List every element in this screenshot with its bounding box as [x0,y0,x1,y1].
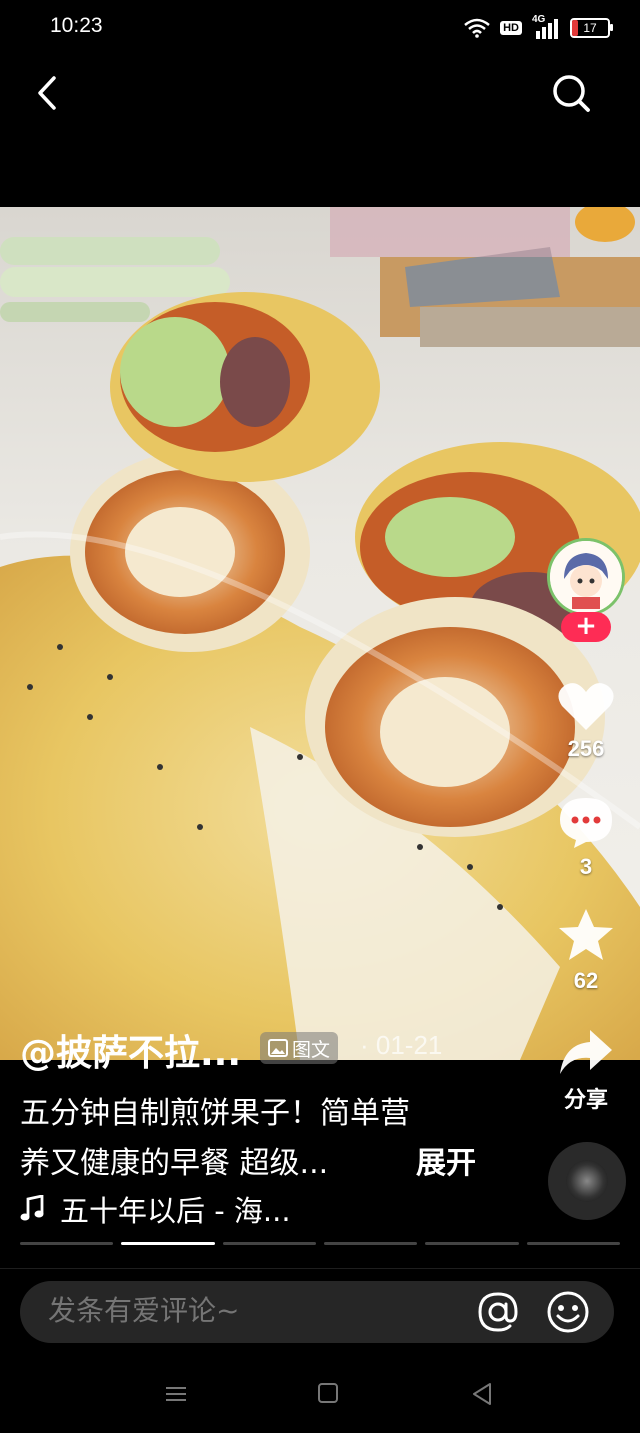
mention-button[interactable] [476,1290,520,1334]
carousel-indicator [20,1242,620,1245]
back-button[interactable] [30,70,70,116]
battery-level: 17 [583,21,597,35]
music-note-icon [20,1195,44,1221]
avatar-icon [550,541,622,613]
post-date: · 01-21 [360,1030,443,1060]
follow-button[interactable]: + [561,612,611,642]
post-description-line-2: 养又健康的早餐 超级... [20,1146,329,1181]
menu-lines-icon [166,1387,186,1401]
post-photo[interactable] [0,207,640,1060]
system-back-button[interactable] [466,1380,498,1408]
star-icon [559,909,613,960]
favorite-button[interactable]: 62 [545,906,627,994]
comment-count: 3 [579,854,593,879]
post-description-line-1: 五分钟自制煎饼果子！简单营 [20,1096,410,1131]
image-icon [268,1039,288,1057]
recent-apps-button[interactable] [160,1380,192,1408]
system-nav-bar [0,1364,640,1424]
music-cover [566,1160,608,1202]
author-name[interactable]: @披萨不拉... [20,1024,241,1076]
comment-input[interactable] [48,1294,428,1327]
expand-button[interactable]: 展开 [416,1138,476,1182]
share-arrow-icon [560,1030,612,1074]
carousel-segment [526,1242,620,1245]
share-label: 分享 [563,1087,608,1112]
carousel-segment [222,1242,316,1245]
home-button[interactable] [312,1380,344,1408]
post-type-badge: 图文 [260,1032,339,1064]
music-disc[interactable] [548,1142,626,1220]
hd-badge: HD [500,21,522,35]
like-button[interactable]: 256 [545,680,627,762]
like-count: 256 [567,736,605,761]
heart-icon [558,683,614,730]
search-button[interactable] [548,70,594,116]
comment-button[interactable]: 3 [545,794,627,880]
square-icon [318,1383,338,1403]
emoji-button[interactable] [546,1290,590,1334]
music-title: 五十年以后 - 海... [60,1194,291,1228]
wifi-icon [464,18,490,38]
carousel-segment [425,1242,519,1245]
carousel-segment [20,1242,114,1245]
smiley-icon [547,1291,589,1333]
comment-bubble-icon [560,798,612,848]
favorite-count: 62 [573,968,599,993]
share-button[interactable]: 分享 [545,1026,627,1114]
signal-icon: 4G [532,14,560,39]
chevron-left-icon [38,76,56,110]
status-icons: HD 4G 17 [464,14,613,42]
triangle-back-icon [473,1383,491,1405]
carousel-segment [121,1242,215,1245]
music-label[interactable]: 五十年以后 - 海... [20,1188,291,1230]
search-icon [553,75,590,112]
carousel-segment [323,1242,418,1245]
at-icon [478,1292,518,1332]
divider [0,1268,640,1269]
post-type-label: 图文 [292,1038,331,1061]
author-avatar[interactable]: + [545,538,627,642]
battery-icon: 17 [570,18,613,38]
status-time: 10:23 [50,14,103,37]
